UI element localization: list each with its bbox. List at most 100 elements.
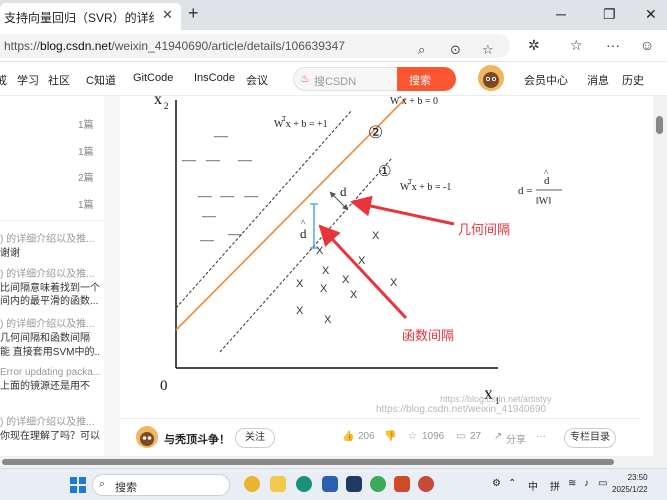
- minimize-icon[interactable]: ─: [556, 6, 566, 22]
- volume-icon[interactable]: ♪: [584, 478, 589, 489]
- horizontal-scroll-thumb[interactable]: [2, 459, 614, 465]
- related-comment-text[interactable]: 能 直接套用SVM中的...: [0, 346, 100, 359]
- browser-app-icon[interactable]: [418, 476, 434, 492]
- favorites-icon[interactable]: ☆: [570, 37, 583, 54]
- tab-close-icon[interactable]: ✕: [162, 7, 173, 23]
- new-tab-button[interactable]: +: [188, 3, 199, 24]
- profile-icon[interactable]: ☺: [640, 37, 654, 53]
- zoom-icon[interactable]: ⌕: [418, 42, 425, 58]
- related-comment-text[interactable]: 比间隔意味着找到一个: [0, 282, 100, 295]
- author-name[interactable]: 与秃顶斗争！: [164, 431, 230, 447]
- related-comment-text[interactable]: 你现在理解了吗？可以: [0, 430, 100, 443]
- nav-item-meeting[interactable]: 会议: [246, 72, 268, 88]
- tray-expand-icon[interactable]: ⌃: [508, 478, 516, 489]
- geometric-margin-label: 几何间隔: [458, 222, 510, 238]
- related-comment-text[interactable]: 上面的镜源还是用不: [0, 380, 100, 393]
- circle-2-label: ②: [368, 123, 383, 143]
- functional-margin-arrow: [318, 224, 408, 320]
- user-avatar[interactable]: [478, 65, 504, 91]
- search-input[interactable]: 搜CSDN: [314, 73, 356, 89]
- eq-lower-sup: T: [408, 178, 413, 186]
- chrome-app-icon[interactable]: [244, 476, 260, 492]
- star-icon[interactable]: ☆: [408, 431, 417, 442]
- browser-menu-icon[interactable]: ···: [606, 37, 620, 53]
- vertical-scrollbar[interactable]: [653, 96, 667, 456]
- negative-points: — — — — — — — — — —: [181, 129, 259, 248]
- powerpoint-app-icon[interactable]: [394, 476, 410, 492]
- pos-point: X: [342, 274, 350, 286]
- related-comment-text[interactable]: Error updating packa...: [0, 366, 100, 379]
- battery-icon[interactable]: ▭: [598, 478, 607, 489]
- ime-mode[interactable]: 拼: [550, 478, 560, 493]
- lower-margin-line: [219, 157, 393, 353]
- vertical-scroll-thumb[interactable]: [656, 116, 663, 134]
- nav-item-inscode[interactable]: InsCode: [194, 72, 235, 84]
- nav-item-cknow[interactable]: C知道: [86, 72, 116, 88]
- file-explorer-icon[interactable]: [270, 476, 286, 492]
- follow-button[interactable]: 关注: [235, 428, 275, 448]
- related-comment-text[interactable]: ) 的详细介绍以及推...: [0, 233, 100, 246]
- edge-app-icon[interactable]: [296, 476, 312, 492]
- windows-start-icon[interactable]: [70, 477, 86, 493]
- pos-point: X: [324, 314, 332, 326]
- clock-date: 2025/1/22: [612, 485, 648, 494]
- extensions-icon[interactable]: ✲: [528, 37, 540, 54]
- related-comment-text[interactable]: 谢谢: [0, 247, 100, 260]
- nav-item-learn[interactable]: 学习: [17, 72, 39, 88]
- category-count: 1篇: [78, 147, 94, 158]
- site-header: 戒 学习 社区 C知道 GitCode InsCode 会议 ♨ 搜CSDN 搜…: [0, 62, 667, 96]
- related-comment-text[interactable]: 间内的最平滑的函数...: [0, 295, 100, 308]
- share-label[interactable]: 分享: [506, 431, 526, 446]
- more-tools-icon[interactable]: ⊙: [450, 42, 461, 58]
- app-icon[interactable]: [346, 476, 362, 492]
- word-app-icon[interactable]: [322, 476, 338, 492]
- related-comment-text[interactable]: ) 的详细介绍以及推...: [0, 318, 100, 331]
- close-icon[interactable]: ✕: [645, 6, 657, 23]
- clock-time: 23:50: [627, 473, 648, 482]
- comment-icon[interactable]: ▭: [456, 431, 465, 442]
- nav-item-community[interactable]: 社区: [48, 72, 70, 88]
- url-field[interactable]: https://blog.csdn.net/weixin_41940690/ar…: [0, 34, 510, 58]
- functional-margin-label: 函数间隔: [402, 329, 454, 344]
- restore-icon[interactable]: ❐: [603, 6, 616, 23]
- related-comment-text[interactable]: 几何间隔和函数间隔: [0, 332, 100, 345]
- clock[interactable]: 23:50 2025/1/22: [612, 472, 648, 496]
- favorite-star-icon[interactable]: ☆: [482, 42, 494, 58]
- horizontal-scrollbar[interactable]: [0, 456, 667, 468]
- author-avatar-icon[interactable]: [136, 426, 158, 448]
- category-count: 1篇: [78, 120, 94, 131]
- more-button[interactable]: ···: [536, 431, 546, 442]
- search-button[interactable]: 搜索: [397, 67, 456, 91]
- wechat-app-icon[interactable]: [370, 476, 386, 492]
- like-icon[interactable]: 👍: [342, 431, 354, 442]
- share-icon[interactable]: ↗: [494, 431, 502, 442]
- page-gutter: [104, 96, 120, 456]
- url-host: blog.csdn.net: [40, 39, 112, 53]
- taskbar: ⌕ 搜索 ⚙ ⌃ 中 拼 ≋ ♪ ▭ 23:50 2025/1/22: [0, 468, 667, 500]
- ime-language[interactable]: 中: [528, 478, 538, 493]
- nav-item-gitcode[interactable]: GitCode: [133, 72, 173, 84]
- search-icon: ⌕: [99, 478, 106, 490]
- search-box[interactable]: ♨ 搜CSDN 搜索: [293, 67, 456, 91]
- dislike-icon[interactable]: 👎: [384, 431, 396, 442]
- nav-history[interactable]: 历史: [622, 72, 644, 88]
- eq-upper-sup: T: [282, 115, 287, 123]
- related-comment-text[interactable]: ) 的详细介绍以及推...: [0, 268, 100, 281]
- circle-1-label: ①: [378, 162, 391, 180]
- neg-point: —: [199, 233, 215, 248]
- nav-vip[interactable]: 会员中心: [524, 72, 568, 88]
- pos-point: X: [358, 255, 366, 267]
- taskbar-search[interactable]: ⌕ 搜索: [92, 474, 230, 496]
- related-comment-text[interactable]: ) 的详细介绍以及推...: [0, 416, 100, 429]
- pos-point: X: [296, 278, 304, 290]
- neg-point: —: [197, 189, 213, 204]
- pos-point: X: [350, 289, 358, 301]
- nav-item-partial[interactable]: 戒: [0, 72, 7, 88]
- pos-point: X: [390, 277, 398, 289]
- article-toolbar: 与秃顶斗争！ 关注 👍 206 👎 ☆ 1096 ▭ 27 ↗ 分享 ··· 专…: [120, 418, 640, 456]
- tab-active[interactable]: 支持向量回归（SVR）的详细介绍 ✕: [0, 3, 181, 30]
- catalog-button[interactable]: 专栏目录: [564, 428, 616, 448]
- wifi-icon[interactable]: ≋: [568, 478, 576, 489]
- tray-icon[interactable]: ⚙: [492, 478, 501, 489]
- nav-messages[interactable]: 消息: [587, 72, 609, 88]
